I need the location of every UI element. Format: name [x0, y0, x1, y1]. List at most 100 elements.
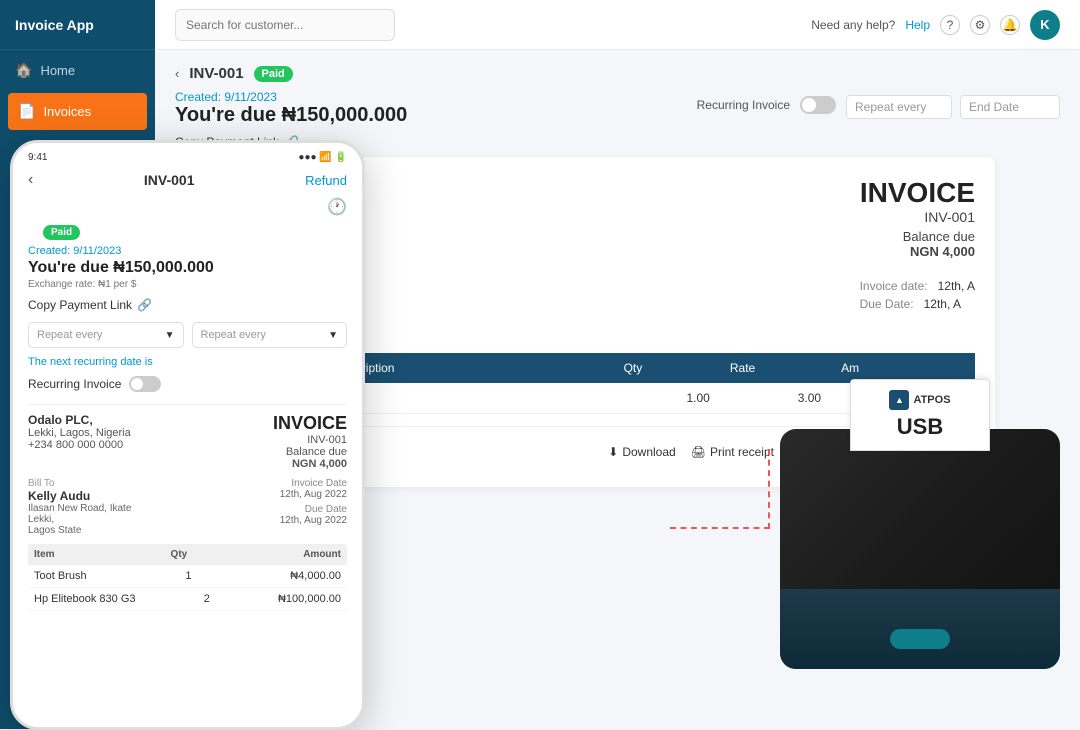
repeat-every-select[interactable]: Repeat every [846, 95, 952, 119]
recurring-invoice-label: Recurring Invoice [697, 98, 790, 112]
list-item: Hp Elitebook 830 G3 2 ₦100,000.00 [28, 588, 347, 611]
mobile-repeat-row: Repeat every ▼ Repeat every ▼ [28, 322, 347, 348]
mobile-bill-name: Kelly Audu [28, 489, 131, 503]
col-amount-header: Amount [303, 549, 341, 560]
mobile-repeat-select-1[interactable]: Repeat every ▼ [28, 322, 184, 348]
mobile-from: Odalo PLC, Lekki, Lagos, Nigeria +234 80… [28, 413, 131, 470]
invoice-number: INV-001 [189, 65, 243, 82]
mobile-recurring-row: Recurring Invoice [28, 376, 347, 392]
row-qty: 1.00 [614, 383, 720, 414]
mobile-paid-badge: Paid [43, 225, 80, 240]
mobile-exchange: Exchange rate: ₦1 per $ [28, 279, 347, 290]
col-qty: Qty [614, 353, 720, 383]
mobile-signal: ●●● 📶 🔋 [298, 152, 347, 163]
sidebar-logo: Invoice App [0, 0, 155, 50]
download-icon: ⬇ [608, 445, 618, 459]
sidebar-home-label: Home [40, 63, 75, 78]
recurring-toggle[interactable] [800, 96, 836, 114]
mobile-doc-header: Odalo PLC, Lekki, Lagos, Nigeria +234 80… [28, 413, 347, 470]
mobile-title: INV-001 [144, 172, 195, 188]
mobile-invoice-title: INVOICE [273, 413, 347, 434]
mobile-created: Created: 9/11/2023 [28, 245, 347, 257]
repeat-inputs: Repeat every End Date [846, 95, 1060, 119]
paid-badge: Paid [254, 66, 293, 82]
printer-brand: ATPOS [913, 394, 950, 406]
search-input[interactable] [175, 9, 395, 41]
sidebar-item-invoices[interactable]: 📄 Invoices [8, 93, 147, 130]
toggle-knob [802, 98, 816, 112]
amount-due: You're due ₦150,000.000 [175, 104, 407, 127]
mobile-recurring-toggle[interactable] [129, 376, 161, 392]
mobile-due-date: 12th, Aug 2022 [280, 515, 347, 526]
mobile-time: 9:41 [28, 152, 47, 163]
mobile-copy-payment[interactable]: Copy Payment Link 🔗 [28, 298, 347, 312]
avatar[interactable]: K [1030, 10, 1060, 40]
settings-icon[interactable]: ⚙ [970, 15, 990, 35]
invoice-date-row: Invoice date: 12th, A [860, 279, 975, 293]
chevron-down-icon: ▼ [165, 330, 175, 341]
item-qty-2: 2 [204, 593, 210, 605]
doc-title: INVOICE [860, 177, 975, 209]
invoice-meta: Created: 9/11/2023 You're due ₦150,000.0… [175, 90, 1060, 127]
print-icon: 🖨 [691, 445, 706, 459]
receipt-paper: ▲ ATPOS USB [850, 379, 990, 451]
back-button[interactable]: ‹ [175, 66, 179, 81]
end-date-select[interactable]: End Date [960, 95, 1060, 119]
mobile-content: Paid Created: 9/11/2023 You're due ₦150,… [13, 222, 362, 706]
list-item: Toot Brush 1 ₦4,000.00 [28, 565, 347, 588]
mobile-bill-addr3: Lagos State [28, 525, 131, 536]
mobile-amount: You're due ₦150,000.000 [28, 259, 347, 277]
mobile-bill-to-label: Bill To [28, 478, 131, 489]
receipt-logo-icon: ▲ [889, 390, 909, 410]
mobile-refund-button[interactable]: Refund [305, 173, 347, 188]
invoices-icon: 📄 [18, 103, 35, 120]
download-link[interactable]: ⬇ Download [608, 445, 675, 459]
col-item-header: Item [34, 549, 55, 560]
mobile-invoice-date-label: Invoice Date [280, 478, 347, 489]
mobile-status-bar: 9:41 ●●● 📶 🔋 [13, 143, 362, 171]
doc-balance: Balance due NGN 4,000 [860, 229, 975, 259]
printer-body [780, 429, 1060, 669]
logo-text: Invoice App [15, 17, 94, 33]
mobile-overlay: 9:41 ●●● 📶 🔋 ‹ INV-001 Refund 🕐 Paid Cre… [10, 140, 365, 730]
col-qty-header: Qty [171, 549, 188, 560]
due-date-row: Due Date: 12th, A [860, 297, 975, 311]
mobile-recurring-date: The next recurring date is [28, 356, 347, 368]
invoice-header: ‹ INV-001 Paid [175, 65, 1060, 82]
home-icon: 🏠 [15, 62, 32, 79]
bell-icon[interactable]: 🔔 [1000, 15, 1020, 35]
mobile-time-row: 🕐 [13, 197, 362, 222]
help-link[interactable]: Help [905, 18, 930, 32]
mobile-due-date-label: Due Date [280, 504, 347, 515]
receipt-logo: ▲ ATPOS [861, 390, 979, 410]
recurring-section: Recurring Invoice Repeat every End Date [697, 90, 1060, 119]
mobile-bill-section: Bill To Kelly Audu Ilasan New Road, Ikat… [28, 478, 347, 536]
mobile-back-button[interactable]: ‹ [28, 171, 33, 189]
mobile-company-addr1: Lekki, Lagos, Nigeria [28, 427, 131, 439]
sidebar-item-home[interactable]: 🏠 Home [0, 50, 155, 91]
created-date: Created: 9/11/2023 [175, 90, 407, 104]
mobile-bill-addr1: Ilasan New Road, Ikate [28, 503, 131, 514]
mobile-company-phone: +234 800 000 0000 [28, 439, 131, 451]
clock-icon: 🕐 [327, 197, 347, 217]
mobile-company-name: Odalo PLC, [28, 413, 131, 427]
print-link[interactable]: 🖨 Print receipt [691, 445, 774, 459]
printer: ▲ ATPOS USB [780, 359, 1060, 669]
mobile-items-header: Item Qty Amount [28, 544, 347, 565]
item-name-2: Hp Elitebook 830 G3 [34, 593, 136, 605]
help-icon[interactable]: ? [940, 15, 960, 35]
mobile-divider [28, 404, 347, 405]
item-amount-2: ₦100,000.00 [278, 593, 341, 605]
item-name-1: Toot Brush [34, 570, 87, 582]
invoice-dates: Invoice date: 12th, A Due Date: 12th, A [860, 279, 975, 338]
mobile-inv-title: INVOICE INV-001 Balance due NGN 4,000 [273, 413, 347, 470]
printer-button[interactable] [890, 629, 950, 649]
mobile-repeat-select-2[interactable]: Repeat every ▼ [192, 322, 348, 348]
mobile-copy-text: Copy Payment Link [28, 298, 132, 312]
sidebar-invoices-label: Invoices [43, 104, 91, 119]
doc-title-section: INVOICE INV-001 Balance due NGN 4,000 [860, 177, 975, 259]
created-date-value: 9/11/2023 [224, 90, 277, 104]
mobile-bill-addr2: Lekki, [28, 514, 131, 525]
mobile-header: ‹ INV-001 Refund [13, 171, 362, 197]
item-qty-1: 1 [185, 570, 191, 582]
